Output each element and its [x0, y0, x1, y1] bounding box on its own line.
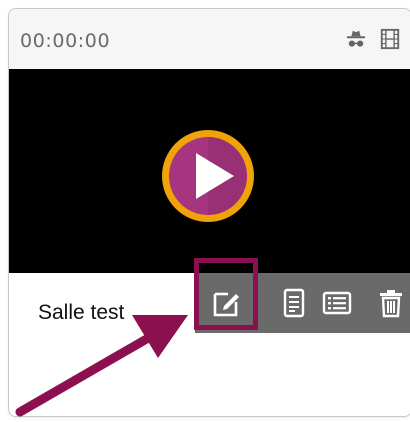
card-footer: Salle test [9, 273, 410, 416]
edit-button[interactable] [211, 287, 243, 319]
list-icon [322, 291, 352, 315]
trash-icon [380, 290, 402, 318]
play-icon [162, 130, 254, 222]
action-bar [195, 273, 410, 333]
room-title: Salle test [38, 301, 125, 324]
list-button[interactable] [321, 287, 353, 319]
media-card: 00:00:00 Salle test [8, 8, 410, 417]
document-icon [283, 288, 305, 318]
spy-icon[interactable] [345, 28, 367, 50]
edit-icon [213, 292, 239, 317]
card-header: 00:00:00 [9, 9, 410, 69]
document-button[interactable] [278, 287, 310, 319]
film-icon[interactable] [379, 28, 401, 50]
timecode: 00:00:00 [20, 30, 111, 52]
play-button[interactable] [158, 126, 258, 226]
video-preview[interactable] [9, 69, 410, 273]
delete-button[interactable] [375, 287, 407, 319]
